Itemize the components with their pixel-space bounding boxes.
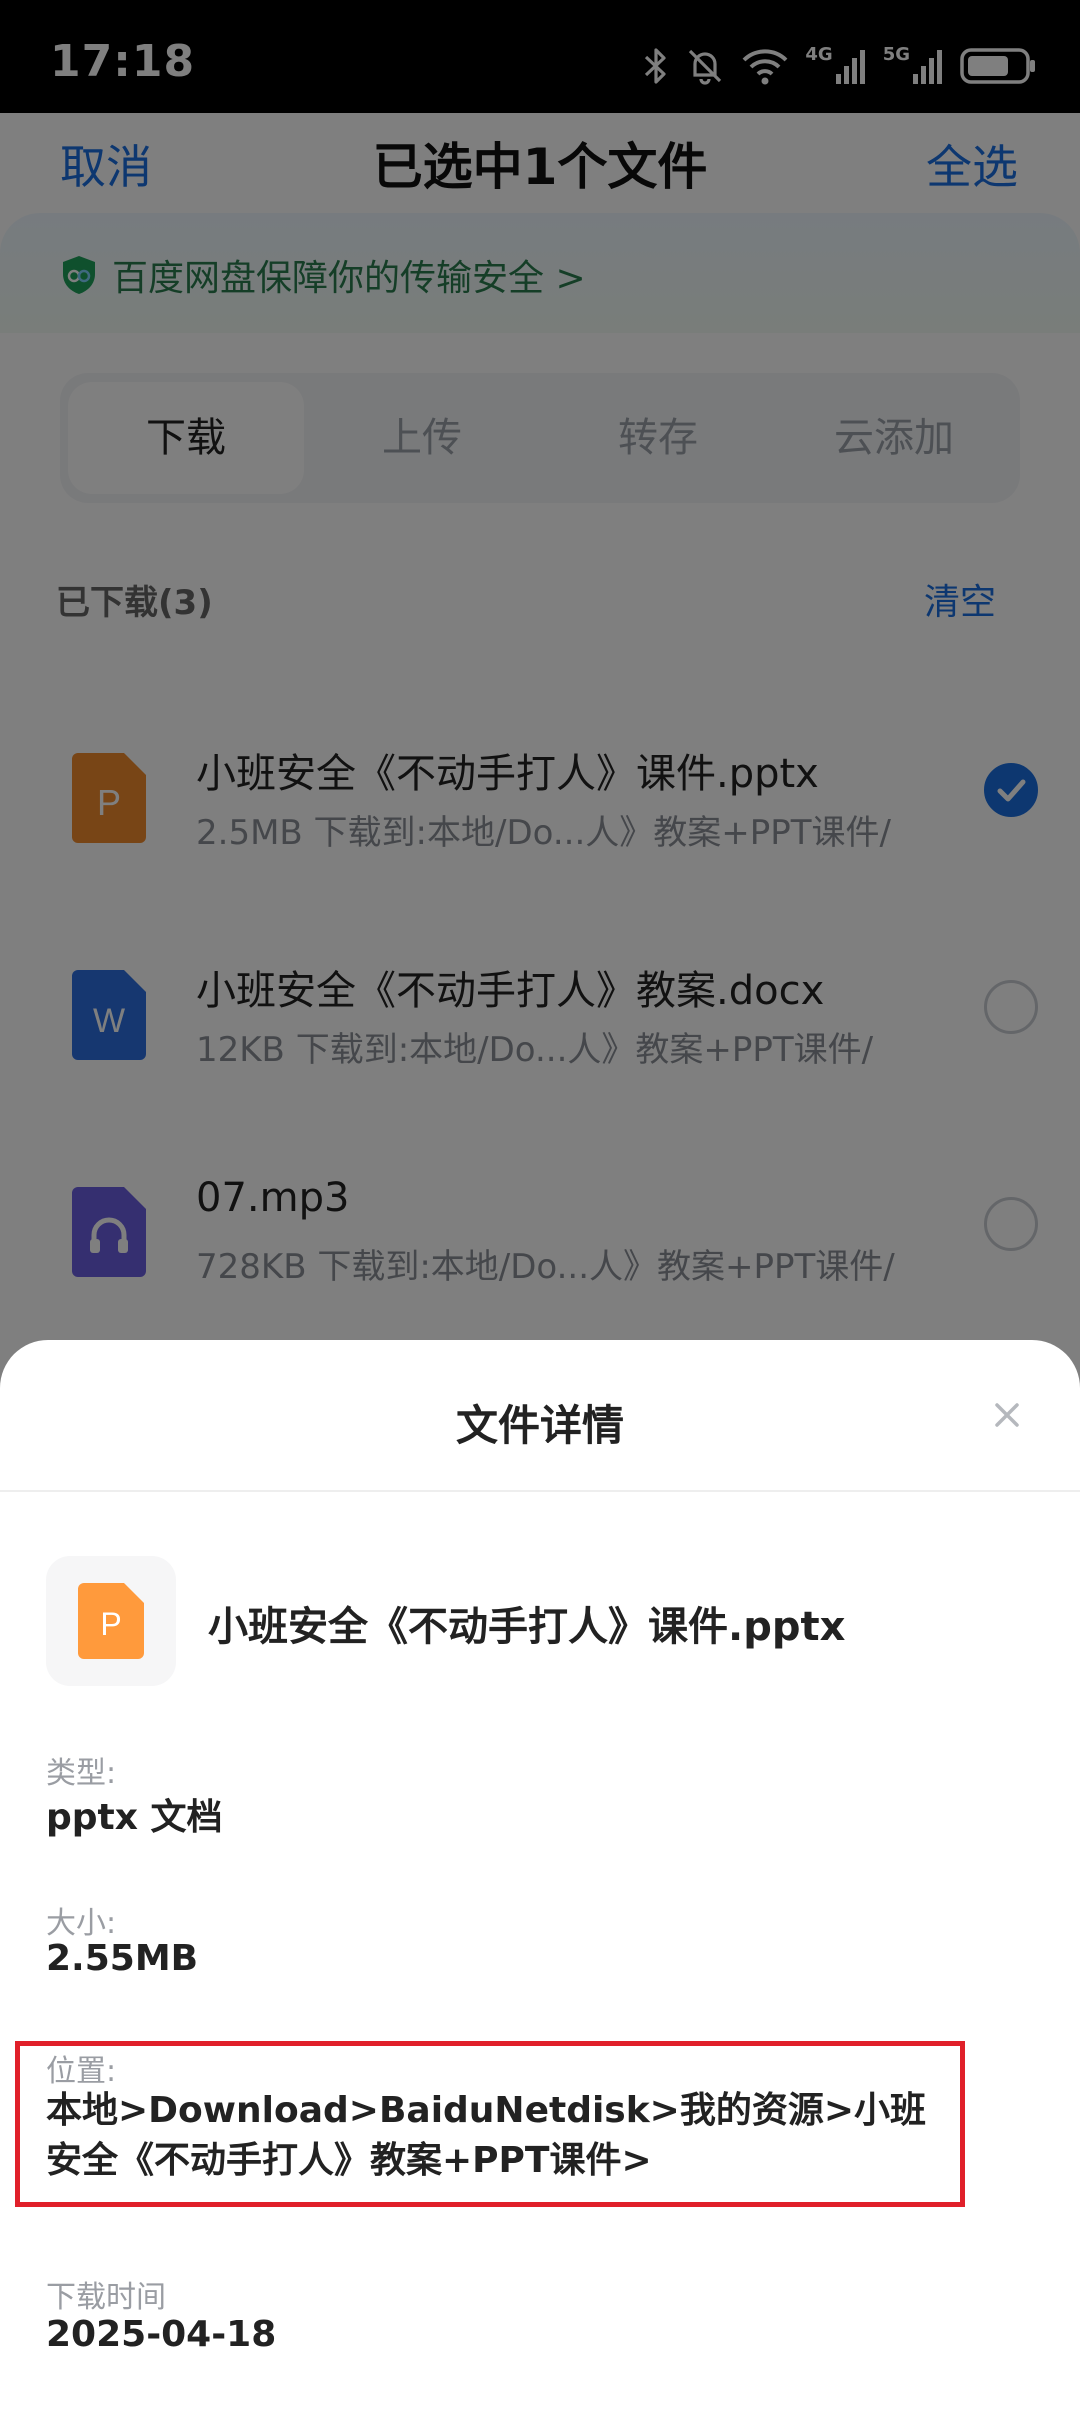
download-time-value: 2025-04-18 <box>46 2314 277 2355</box>
divider <box>0 1490 1080 1492</box>
sheet-title: 文件详情 <box>455 1401 624 1450</box>
pptx-icon: P <box>78 1583 144 1659</box>
type-label: 类型: <box>46 1756 117 1791</box>
file-thumbnail: P <box>46 1556 176 1686</box>
download-time-label: 下载时间 <box>46 2280 166 2315</box>
size-value: 2.55MB <box>46 1938 199 1979</box>
svg-text:P: P <box>100 1606 121 1642</box>
size-label: 大小: <box>46 1906 117 1941</box>
type-value: pptx 文档 <box>46 1797 223 1838</box>
highlight-box <box>15 2041 965 2207</box>
detail-file-name: 小班安全《不动手打人》课件.pptx <box>208 1604 846 1650</box>
file-details-sheet: 文件详情 P 小班安全《不动手打人》课件.pptx 类型: pptx 文档 大小… <box>0 1340 1080 2412</box>
close-icon[interactable] <box>982 1390 1032 1440</box>
